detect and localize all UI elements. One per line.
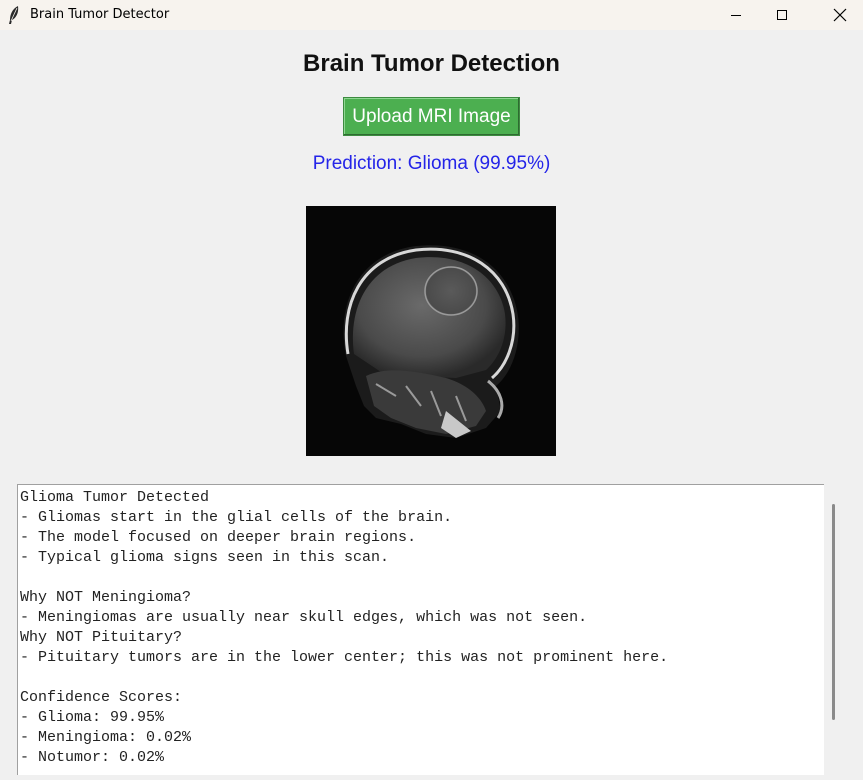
maximize-button[interactable]: [759, 0, 805, 30]
minimize-icon: [731, 15, 741, 16]
minimize-button[interactable]: [713, 0, 759, 30]
report-line: - Glioma: 99.95%: [20, 709, 165, 726]
report-line: - Pituitary tumors are in the lower cent…: [20, 649, 669, 666]
report-line: - The model focused on deeper brain regi…: [20, 529, 417, 546]
close-button[interactable]: [817, 0, 863, 30]
report-line: - Gliomas start in the glial cells of th…: [20, 509, 453, 526]
analysis-text-area[interactable]: Glioma Tumor Detected - Gliomas start in …: [17, 484, 824, 775]
report-line: ​: [20, 668, 824, 688]
report-line: Why NOT Meningioma?: [20, 589, 192, 606]
maximize-icon: [777, 10, 787, 20]
report-line: ​: [20, 568, 824, 588]
close-icon: [833, 8, 847, 22]
analysis-text: Glioma Tumor Detected - Gliomas start in …: [18, 485, 824, 768]
upload-mri-button[interactable]: Upload MRI Image: [343, 97, 520, 136]
report-line: - Notumor: 0.02%: [20, 749, 165, 766]
title-bar: Brain Tumor Detector: [0, 0, 863, 30]
report-line: - Meningioma: 0.02%: [20, 729, 192, 746]
report-line: - Typical glioma signs seen in this scan…: [20, 549, 390, 566]
report-line: Why NOT Pituitary?: [20, 629, 183, 646]
vertical-scrollbar[interactable]: [824, 484, 844, 774]
mri-scan-image: [306, 206, 556, 456]
feather-icon: [9, 6, 19, 24]
report-line: Glioma Tumor Detected: [20, 489, 210, 506]
page-title: Brain Tumor Detection: [303, 50, 560, 77]
scrollbar-thumb[interactable]: [832, 504, 835, 720]
report-line: - Meningiomas are usually near skull edg…: [20, 609, 588, 626]
report-line: Confidence Scores:: [20, 689, 183, 706]
window-title: Brain Tumor Detector: [30, 7, 170, 22]
prediction-label: Prediction: Glioma (99.95%): [312, 153, 551, 174]
